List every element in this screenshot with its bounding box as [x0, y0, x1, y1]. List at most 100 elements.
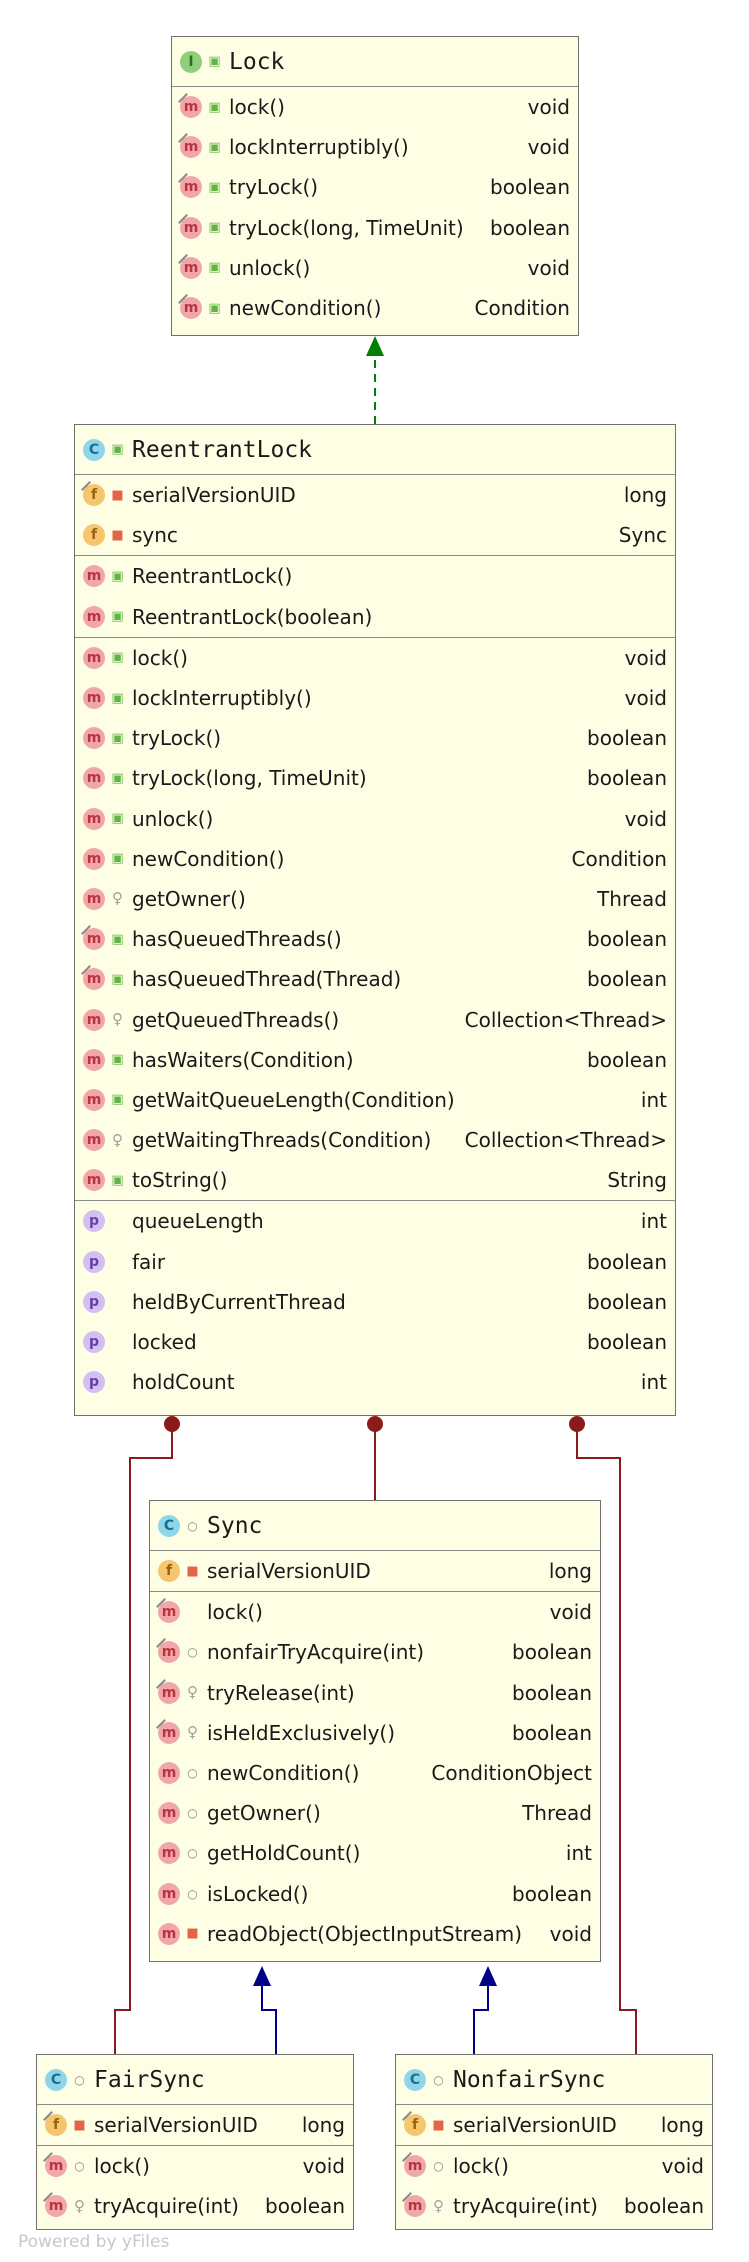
member-row[interactable]: m ▣ getWaitQueueLength(Condition) int: [75, 1080, 675, 1120]
member-row[interactable]: m ♀ getWaitingThreads(Condition) Collection…: [75, 1120, 675, 1160]
member-type: Thread: [597, 886, 667, 911]
member-row[interactable]: m ▣ tryLock(long, TimeUnit) boolean: [75, 758, 675, 798]
member-row[interactable]: m ▣ tryLock() boolean: [75, 718, 675, 758]
private-lock-icon: ■: [186, 1926, 199, 1942]
member-name: unlock(): [132, 806, 214, 831]
class-box-reentrantlock[interactable]: C ▣ ReentrantLock f ■ serialVersionUID long f ■ s…: [74, 424, 676, 1416]
member-row[interactable]: m ▣ ReentrantLock(): [75, 556, 675, 596]
member-row[interactable]: m ■ readObject(ObjectInputStream) void: [150, 1914, 600, 1954]
member-row[interactable]: f ■ serialVersionUID long: [75, 475, 675, 515]
class-box-sync[interactable]: C ○ Sync f ■ serialVersionUID long m lock() void m…: [149, 1500, 601, 1962]
member-row[interactable]: m ▣ hasWaiters(Condition) boolean: [75, 1040, 675, 1080]
protected-key-icon: ♀: [187, 1683, 198, 1702]
member-row[interactable]: m ○ nonfairTryAcquire(int) boolean: [150, 1632, 600, 1672]
member-row[interactable]: m ♀ isHeldExclusively() boolean: [150, 1713, 600, 1753]
private-lock-icon: ■: [73, 2117, 86, 2133]
member-row[interactable]: m ▣ newCondition() Condition: [75, 839, 675, 879]
class-name: Sync: [207, 1512, 263, 1539]
member-type: long: [660, 2113, 704, 2138]
method-icon: m: [158, 1681, 180, 1704]
package-visibility-icon: ○: [187, 1886, 198, 1901]
member-row[interactable]: m ▣ toString() String: [75, 1160, 675, 1200]
public-lock-icon: ▣: [208, 99, 221, 115]
member-type: Collection<Thread>: [464, 1007, 667, 1032]
class-name: FairSync: [94, 2066, 205, 2093]
member-name: toString(): [132, 1168, 228, 1193]
member-row[interactable]: m ♀ getOwner() Thread: [75, 879, 675, 919]
member-row[interactable]: f ■ serialVersionUID long: [150, 1551, 600, 1591]
member-name: fair: [132, 1249, 166, 1274]
class-box-nonfairsync[interactable]: C ○ NonfairSync f ■ serialVersionUID long m ○ loc…: [395, 2054, 713, 2230]
member-row[interactable]: m ▣ hasQueuedThreads() boolean: [75, 919, 675, 959]
member-type: int: [640, 1087, 667, 1112]
member-row[interactable]: m ♀ getQueuedThreads() Collection<Thread>: [75, 999, 675, 1039]
member-name: lockInterruptibly(): [229, 135, 409, 160]
member-row[interactable]: p fair boolean: [75, 1242, 675, 1282]
class-name: ReentrantLock: [132, 436, 313, 463]
member-row[interactable]: m ○ lock() void: [396, 2146, 712, 2186]
member-row[interactable]: f ■ sync Sync: [75, 515, 675, 555]
member-row[interactable]: m ○ lock() void: [37, 2146, 353, 2186]
member-row[interactable]: m ▣ lock() void: [172, 87, 578, 127]
no-visibility-icon: [111, 1295, 124, 1309]
member-row[interactable]: p holdCount int: [75, 1362, 675, 1402]
member-name: lockInterruptibly(): [132, 686, 312, 711]
class-header: C ○ NonfairSync: [396, 2055, 712, 2105]
private-lock-icon: ■: [111, 487, 124, 503]
member-name: lock(): [207, 1600, 263, 1625]
public-lock-icon: ▣: [111, 609, 124, 625]
member-name: getWaitQueueLength(Condition): [132, 1087, 455, 1112]
watermark: Powered by yFiles: [18, 2232, 170, 2252]
member-section: m ○ lock() void m ♀ tryAcquire(int) boolean: [37, 2146, 353, 2226]
member-row[interactable]: m ▣ tryLock() boolean: [172, 167, 578, 207]
member-section: m ○ lock() void m ♀ tryAcquire(int) boolean: [396, 2146, 712, 2226]
public-lock-icon: ▣: [208, 220, 221, 236]
member-row[interactable]: m ▣ newCondition() Condition: [172, 288, 578, 328]
member-row[interactable]: f ■ serialVersionUID long: [396, 2105, 712, 2145]
member-name: serialVersionUID: [453, 2113, 617, 2138]
member-row[interactable]: m ♀ tryAcquire(int) boolean: [396, 2186, 712, 2226]
member-row[interactable]: m ▣ hasQueuedThread(Thread) boolean: [75, 959, 675, 999]
member-row[interactable]: m ▣ lockInterruptibly() void: [172, 127, 578, 167]
method-icon: m: [158, 1922, 180, 1945]
method-icon: m: [83, 928, 105, 951]
member-row[interactable]: p heldByCurrentThread boolean: [75, 1282, 675, 1322]
method-icon: m: [83, 807, 105, 830]
property-icon: p: [83, 1250, 105, 1273]
member-row[interactable]: m ▣ lock() void: [75, 638, 675, 678]
member-row[interactable]: m ○ getHoldCount() int: [150, 1833, 600, 1873]
member-row[interactable]: m lock() void: [150, 1592, 600, 1632]
class-box-fairsync[interactable]: C ○ FairSync f ■ serialVersionUID long m ○ lock()…: [36, 2054, 354, 2230]
member-row[interactable]: m ▣ tryLock(long, TimeUnit) boolean: [172, 208, 578, 248]
class-icon: C: [83, 438, 105, 461]
member-row[interactable]: m ○ newCondition() ConditionObject: [150, 1753, 600, 1793]
class-header: I ▣ Lock: [172, 37, 578, 87]
member-type: boolean: [512, 1720, 592, 1745]
method-icon: m: [158, 1842, 180, 1865]
member-type: long: [301, 2113, 345, 2138]
member-row[interactable]: m ♀ tryRelease(int) boolean: [150, 1673, 600, 1713]
member-row[interactable]: m ○ isLocked() boolean: [150, 1874, 600, 1914]
member-name: locked: [132, 1330, 197, 1355]
member-row[interactable]: m ♀ tryAcquire(int) boolean: [37, 2186, 353, 2226]
member-row[interactable]: m ▣ unlock() void: [172, 248, 578, 288]
member-name: getOwner(): [207, 1801, 321, 1826]
member-name: hasQueuedThreads(): [132, 927, 342, 952]
public-lock-icon: ▣: [111, 568, 124, 584]
package-visibility-icon: ○: [187, 1645, 198, 1660]
public-lock-icon: ▣: [111, 730, 124, 746]
member-row[interactable]: f ■ serialVersionUID long: [37, 2105, 353, 2145]
member-row[interactable]: m ▣ unlock() void: [75, 799, 675, 839]
member-row[interactable]: m ▣ lockInterruptibly() void: [75, 678, 675, 718]
public-lock-icon: ▣: [111, 811, 124, 827]
member-row[interactable]: p queueLength int: [75, 1201, 675, 1241]
member-row[interactable]: p locked boolean: [75, 1322, 675, 1362]
package-visibility-icon: ○: [187, 1846, 198, 1861]
class-box-lock[interactable]: I ▣ Lock m ▣ lock() void m ▣ lockInterruptibly() v…: [171, 36, 579, 336]
member-row[interactable]: m ○ getOwner() Thread: [150, 1793, 600, 1833]
property-icon: p: [83, 1210, 105, 1233]
package-visibility-icon: ○: [187, 1518, 198, 1533]
member-name: tryAcquire(int): [94, 2194, 239, 2219]
member-type: int: [640, 1209, 667, 1234]
member-row[interactable]: m ▣ ReentrantLock(boolean): [75, 597, 675, 637]
